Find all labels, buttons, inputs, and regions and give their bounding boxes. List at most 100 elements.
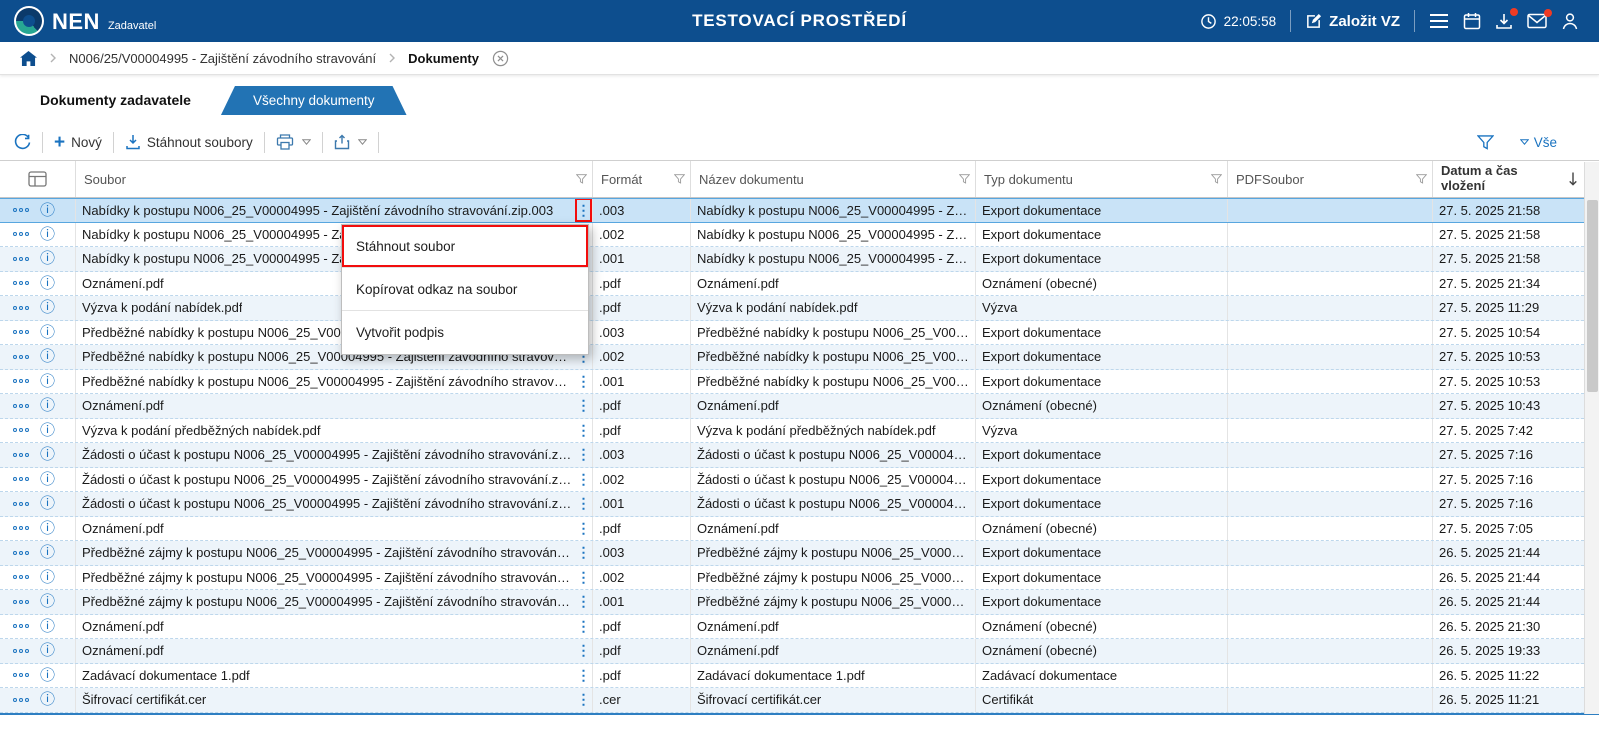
- export-caret-icon[interactable]: [358, 139, 367, 145]
- row-menu-icon[interactable]: [13, 551, 29, 555]
- column-header-datum[interactable]: Datum a čas vložení: [1432, 161, 1584, 197]
- table-row[interactable]: ⓘ Oznámení.pdf ⋮ .pdf Oznámení.pdf Oznám…: [0, 639, 1599, 664]
- row-more-icon[interactable]: ⋮: [577, 396, 590, 416]
- downloads-button[interactable]: [1495, 12, 1513, 30]
- table-row[interactable]: ⓘ Předběžné zájmy k postupu N006_25_V000…: [0, 541, 1599, 566]
- row-menu-icon[interactable]: [13, 673, 29, 677]
- print-button[interactable]: [276, 134, 311, 150]
- row-info-icon[interactable]: ⓘ: [40, 349, 55, 364]
- table-row[interactable]: ⓘ Nabídky k postupu N006_25_V00004995 - …: [0, 247, 1599, 272]
- filter-icon[interactable]: [1477, 135, 1494, 150]
- row-info-icon[interactable]: ⓘ: [40, 668, 55, 683]
- filter-funnel-icon[interactable]: [1211, 174, 1222, 184]
- breadcrumb-procedure[interactable]: N006/25/V00004995 - Zajištění závodního …: [69, 51, 376, 66]
- row-menu-icon[interactable]: [13, 428, 29, 432]
- row-more-icon[interactable]: ⋮: [577, 371, 590, 391]
- row-info-icon[interactable]: ⓘ: [40, 643, 55, 658]
- row-more-icon[interactable]: ⋮: [577, 690, 590, 710]
- download-files-button[interactable]: Stáhnout soubory: [125, 134, 253, 150]
- row-menu-icon[interactable]: [13, 208, 29, 212]
- row-info-icon[interactable]: ⓘ: [40, 300, 55, 315]
- row-more-icon[interactable]: ⋮: [577, 641, 590, 661]
- row-more-icon[interactable]: ⋮: [577, 420, 590, 440]
- row-info-icon[interactable]: ⓘ: [40, 251, 55, 266]
- row-info-icon[interactable]: ⓘ: [40, 570, 55, 585]
- tab-vsechny-dokumenty[interactable]: Všechny dokumenty: [221, 86, 407, 115]
- row-info-icon[interactable]: ⓘ: [40, 203, 55, 218]
- row-menu-icon[interactable]: [13, 355, 29, 359]
- sort-desc-icon[interactable]: [1568, 172, 1578, 187]
- new-button[interactable]: + Nový: [54, 133, 102, 152]
- row-more-icon[interactable]: ⋮: [577, 567, 590, 587]
- table-row[interactable]: ⓘ Oznámení.pdf ⋮ .pdf Oznámení.pdf Oznám…: [0, 615, 1599, 640]
- table-row[interactable]: ⓘ Nabídky k postupu N006_25_V00004995 - …: [0, 223, 1599, 248]
- row-menu-icon[interactable]: [13, 600, 29, 604]
- row-more-icon[interactable]: ⋮: [577, 543, 590, 563]
- filter-funnel-icon[interactable]: [1416, 174, 1427, 184]
- row-info-icon[interactable]: ⓘ: [40, 619, 55, 634]
- row-info-icon[interactable]: ⓘ: [40, 276, 55, 291]
- row-menu-icon[interactable]: [13, 379, 29, 383]
- calendar-button[interactable]: [1463, 12, 1481, 30]
- row-menu-icon[interactable]: [13, 575, 29, 579]
- table-row[interactable]: ⓘ Předběžné zájmy k postupu N006_25_V000…: [0, 590, 1599, 615]
- row-more-icon[interactable]: ⋮: [577, 200, 590, 220]
- column-header-format[interactable]: Formát: [592, 161, 690, 197]
- table-row[interactable]: ⓘ Předběžné nabídky k postupu N006_25_V0…: [0, 345, 1599, 370]
- nen-logo[interactable]: NEN Zadavatel: [0, 6, 156, 36]
- scrollbar-thumb[interactable]: [1587, 200, 1598, 392]
- table-row[interactable]: ⓘ Šifrovací certifikát.cer ⋮ .cer Šifrov…: [0, 688, 1599, 713]
- create-vz-button[interactable]: Založit VZ: [1305, 13, 1400, 30]
- row-info-icon[interactable]: ⓘ: [40, 692, 55, 707]
- export-button[interactable]: [334, 134, 367, 150]
- row-info-icon[interactable]: ⓘ: [40, 472, 55, 487]
- context-menu-item[interactable]: Vytvořit podpis: [342, 311, 588, 354]
- profile-button[interactable]: [1561, 12, 1579, 30]
- table-row[interactable]: ⓘ Předběžné nabídky k postupu N006_25_V0…: [0, 370, 1599, 395]
- view-filter-select[interactable]: Vše: [1520, 135, 1557, 150]
- table-row[interactable]: ⓘ Předběžné zájmy k postupu N006_25_V000…: [0, 566, 1599, 591]
- table-row[interactable]: ⓘ Předběžné nabídky k postupu N006_25_V0…: [0, 321, 1599, 346]
- row-menu-icon[interactable]: [13, 624, 29, 628]
- row-info-icon[interactable]: ⓘ: [40, 521, 55, 536]
- row-menu-icon[interactable]: [13, 502, 29, 506]
- row-menu-icon[interactable]: [13, 404, 29, 408]
- row-more-icon[interactable]: ⋮: [577, 445, 590, 465]
- column-settings-button[interactable]: [0, 161, 75, 197]
- row-more-icon[interactable]: ⋮: [577, 469, 590, 489]
- row-info-icon[interactable]: ⓘ: [40, 374, 55, 389]
- column-header-nazev[interactable]: Název dokumentu: [690, 161, 975, 197]
- row-menu-icon[interactable]: [13, 281, 29, 285]
- row-info-icon[interactable]: ⓘ: [40, 325, 55, 340]
- row-more-icon[interactable]: ⋮: [577, 616, 590, 636]
- row-menu-icon[interactable]: [13, 232, 29, 236]
- table-row[interactable]: ⓘ Výzva k podání nabídek.pdf ⋮ .pdf Výzv…: [0, 296, 1599, 321]
- context-menu-item[interactable]: Kopírovat odkaz na soubor: [342, 268, 588, 311]
- messages-button[interactable]: [1527, 13, 1547, 29]
- row-more-icon[interactable]: ⋮: [577, 494, 590, 514]
- row-menu-icon[interactable]: [13, 306, 29, 310]
- row-info-icon[interactable]: ⓘ: [40, 496, 55, 511]
- row-more-icon[interactable]: ⋮: [577, 518, 590, 538]
- table-row[interactable]: ⓘ Oznámení.pdf ⋮ .pdf Oznámení.pdf Oznám…: [0, 394, 1599, 419]
- row-info-icon[interactable]: ⓘ: [40, 398, 55, 413]
- row-info-icon[interactable]: ⓘ: [40, 594, 55, 609]
- vertical-scrollbar[interactable]: [1584, 162, 1599, 714]
- table-row[interactable]: ⓘ Žádosti o účast k postupu N006_25_V000…: [0, 468, 1599, 493]
- row-menu-icon[interactable]: [13, 477, 29, 481]
- row-menu-icon[interactable]: [13, 453, 29, 457]
- row-menu-icon[interactable]: [13, 257, 29, 261]
- row-menu-icon[interactable]: [13, 526, 29, 530]
- refresh-button[interactable]: [14, 134, 31, 151]
- row-more-icon[interactable]: ⋮: [577, 665, 590, 685]
- table-row[interactable]: ⓘ Oznámení.pdf ⋮ .pdf Oznámení.pdf Oznám…: [0, 272, 1599, 297]
- close-tab-icon[interactable]: [492, 50, 509, 67]
- row-info-icon[interactable]: ⓘ: [40, 227, 55, 242]
- row-menu-icon[interactable]: [13, 698, 29, 702]
- table-row[interactable]: ⓘ Výzva k podání předběžných nabídek.pdf…: [0, 419, 1599, 444]
- tab-dokumenty-zadavatele[interactable]: Dokumenty zadavatele: [12, 86, 219, 115]
- row-info-icon[interactable]: ⓘ: [40, 545, 55, 560]
- table-row[interactable]: ⓘ Žádosti o účast k postupu N006_25_V000…: [0, 443, 1599, 468]
- row-more-icon[interactable]: ⋮: [577, 592, 590, 612]
- filter-funnel-icon[interactable]: [959, 174, 970, 184]
